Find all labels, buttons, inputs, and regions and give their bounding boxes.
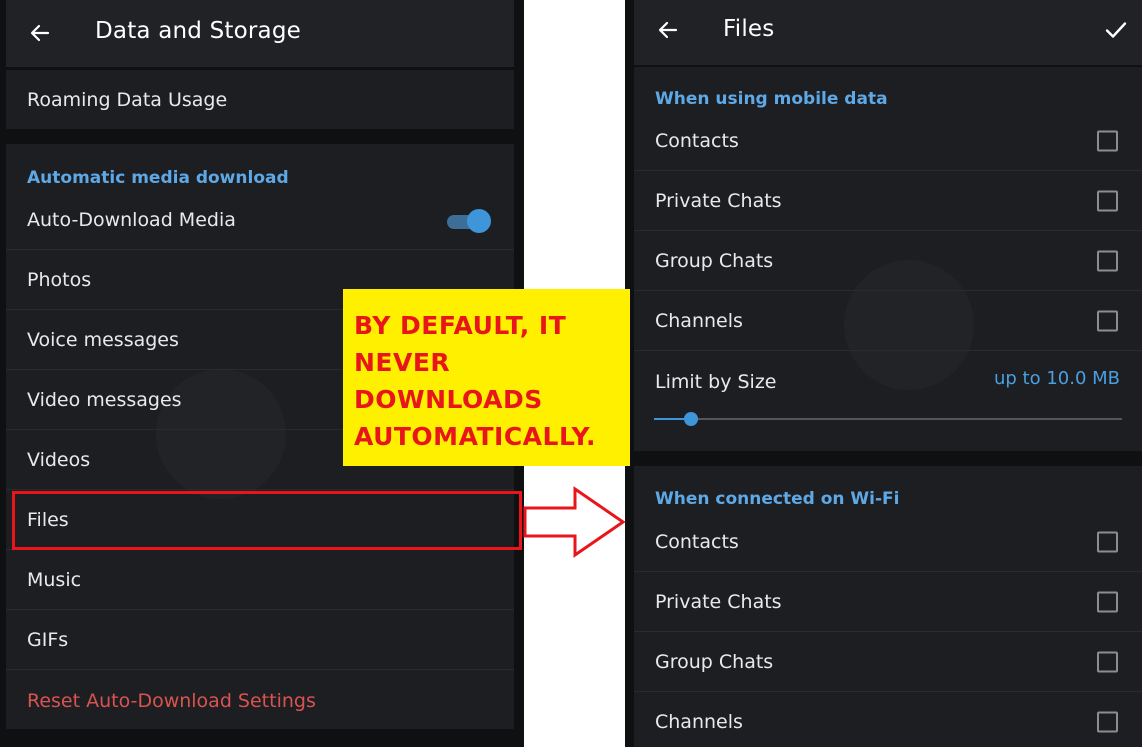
- checkbox[interactable]: [1097, 651, 1118, 673]
- media-item-label: Photos: [27, 269, 92, 291]
- callout-line: BY DEFAULT, IT: [354, 311, 567, 340]
- wifi-option-channels[interactable]: Channels: [634, 693, 1142, 747]
- page-title: Files: [723, 16, 775, 42]
- auto-download-media-label: Auto-Download Media: [27, 209, 236, 231]
- section-title-wifi: When connected on Wi-Fi: [655, 489, 900, 509]
- mobile-option-private-chats[interactable]: Private Chats: [634, 172, 1142, 231]
- callout-line: NEVER: [354, 348, 451, 377]
- wifi-option-private-chats[interactable]: Private Chats: [634, 573, 1142, 632]
- option-label: Group Chats: [655, 250, 774, 272]
- annotation-callout: BY DEFAULT, IT NEVER DOWNLOADS AUTOMATIC…: [343, 289, 630, 466]
- option-label: Channels: [655, 310, 743, 332]
- checkbox[interactable]: [1097, 591, 1118, 613]
- size-slider[interactable]: [654, 412, 1122, 426]
- option-label: Private Chats: [655, 190, 782, 212]
- mobile-option-channels[interactable]: Channels: [634, 292, 1142, 351]
- wifi-option-group-chats[interactable]: Group Chats: [634, 633, 1142, 692]
- files-highlight-box: [12, 491, 522, 550]
- slider-thumb[interactable]: [684, 412, 699, 426]
- mobile-option-group-chats[interactable]: Group Chats: [634, 232, 1142, 291]
- page-title: Data and Storage: [95, 18, 301, 44]
- media-item-music[interactable]: Music: [6, 551, 514, 610]
- wifi-option-contacts[interactable]: Contacts: [634, 513, 1142, 572]
- media-item-label: GIFs: [27, 629, 69, 651]
- checkbox[interactable]: [1097, 531, 1118, 553]
- right-arrow-icon: [523, 486, 626, 558]
- checkbox[interactable]: [1097, 711, 1118, 733]
- checkbox[interactable]: [1097, 130, 1118, 152]
- files-settings-screen: Files When using mobile data Contacts Pr…: [625, 0, 1142, 747]
- checkbox[interactable]: [1097, 250, 1118, 272]
- option-label: Private Chats: [655, 591, 782, 613]
- option-label: Contacts: [655, 130, 739, 152]
- top-app-bar: Files: [634, 0, 1142, 65]
- roaming-data-usage-row[interactable]: Roaming Data Usage: [6, 70, 514, 129]
- media-item-label: Videos: [27, 449, 91, 471]
- top-app-bar: Data and Storage: [6, 0, 514, 67]
- reset-auto-download-label: Reset Auto-Download Settings: [27, 689, 316, 712]
- option-label: Group Chats: [655, 651, 774, 673]
- toggle-knob: [467, 209, 491, 233]
- media-item-label: Music: [27, 569, 82, 591]
- limit-value: up to 10.0 MB: [993, 368, 1120, 389]
- limit-by-size-row: Limit by Size up to 10.0 MB: [634, 352, 1142, 442]
- back-arrow-icon[interactable]: [28, 21, 52, 45]
- checkmark-icon[interactable]: [1102, 16, 1130, 44]
- mobile-data-card: When using mobile data Contacts Private …: [634, 67, 1142, 451]
- option-label: Channels: [655, 711, 743, 733]
- roaming-data-usage-label: Roaming Data Usage: [27, 88, 228, 111]
- reset-auto-download-row[interactable]: Reset Auto-Download Settings: [6, 671, 514, 730]
- checkbox[interactable]: [1097, 190, 1118, 212]
- media-item-label: Voice messages: [27, 329, 179, 351]
- option-label: Contacts: [655, 531, 739, 553]
- back-arrow-icon[interactable]: [656, 18, 680, 42]
- wifi-card: When connected on Wi-Fi Contacts Private…: [634, 466, 1142, 747]
- callout-line: AUTOMATICALLY.: [354, 422, 596, 451]
- mobile-option-contacts[interactable]: Contacts: [634, 112, 1142, 171]
- section-title-auto-download: Automatic media download: [27, 168, 289, 188]
- checkbox[interactable]: [1097, 310, 1118, 332]
- auto-download-toggle[interactable]: [445, 209, 491, 233]
- callout-line: DOWNLOADS: [354, 385, 543, 414]
- limit-by-size-label: Limit by Size: [655, 371, 777, 393]
- media-item-label: Video messages: [27, 389, 182, 411]
- auto-download-media-row[interactable]: Auto-Download Media: [6, 191, 514, 250]
- roaming-card: Roaming Data Usage: [6, 70, 514, 129]
- section-title-mobile-data: When using mobile data: [655, 89, 888, 109]
- media-item-gifs[interactable]: GIFs: [6, 611, 514, 670]
